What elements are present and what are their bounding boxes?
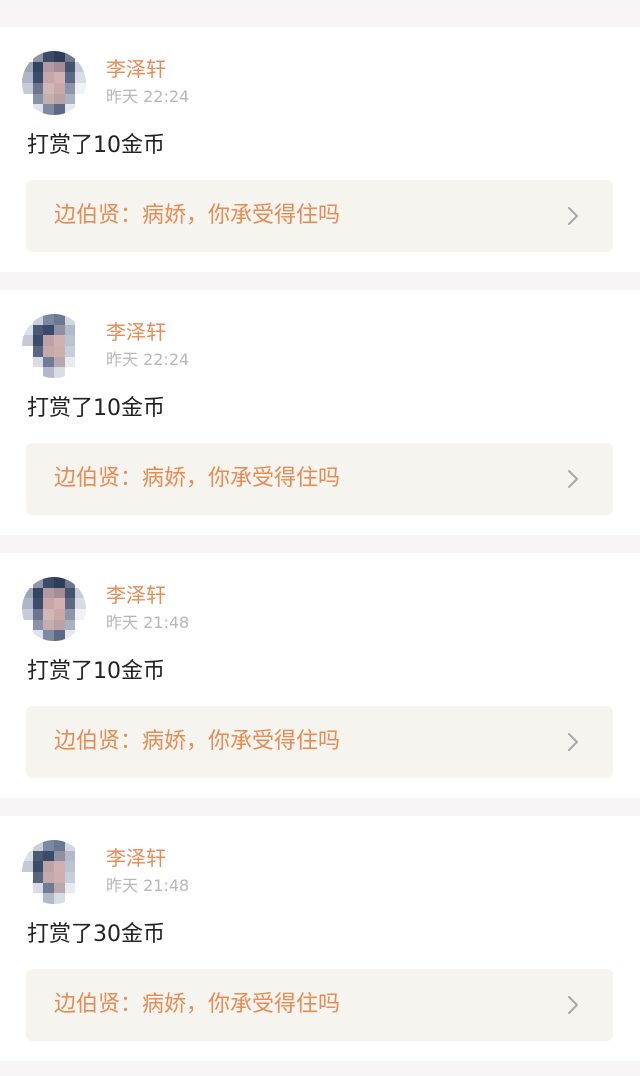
record-card: 李泽轩 昨天 22:24 打赏了10金币 边伯贤：病娇，你承受得住吗 [0,27,640,272]
record-card: 李泽轩 昨天 21:48 打赏了10金币 边伯贤：病娇，你承受得住吗 [0,553,640,798]
reward-message: 打赏了30金币 [27,922,165,947]
gift-record-feed: 李泽轩 昨天 22:24 打赏了10金币 边伯贤：病娇，你承受得住吗 李泽轩 昨… [0,0,640,1076]
username[interactable]: 李泽轩 [106,846,166,870]
book-link[interactable]: 边伯贤：病娇，你承受得住吗 [26,969,613,1041]
reward-message: 打赏了10金币 [27,133,165,158]
reward-message: 打赏了10金币 [27,659,165,684]
book-link-title: 边伯贤：病娇，你承受得住吗 [54,729,341,754]
avatar[interactable] [22,577,86,641]
timestamp: 昨天 21:48 [106,876,190,895]
avatar[interactable] [22,840,86,904]
book-link[interactable]: 边伯贤：病娇，你承受得住吗 [26,180,613,252]
record-card: 李泽轩 昨天 21:48 打赏了30金币 边伯贤：病娇，你承受得住吗 [0,816,640,1061]
username[interactable]: 李泽轩 [106,583,166,607]
book-link-title: 边伯贤：病娇，你承受得住吗 [54,992,341,1017]
reward-message: 打赏了10金币 [27,396,165,421]
chevron-right-icon [568,207,578,225]
timestamp: 昨天 22:24 [106,350,190,369]
book-link-title: 边伯贤：病娇，你承受得住吗 [54,466,341,491]
book-link[interactable]: 边伯贤：病娇，你承受得住吗 [26,706,613,778]
avatar[interactable] [22,51,86,115]
book-link[interactable]: 边伯贤：病娇，你承受得住吗 [26,443,613,515]
book-link-title: 边伯贤：病娇，你承受得住吗 [54,203,341,228]
chevron-right-icon [568,996,578,1014]
username[interactable]: 李泽轩 [106,57,166,81]
chevron-right-icon [568,733,578,751]
timestamp: 昨天 21:48 [106,613,190,632]
avatar[interactable] [22,314,86,378]
username[interactable]: 李泽轩 [106,320,166,344]
record-card: 李泽轩 昨天 22:24 打赏了10金币 边伯贤：病娇，你承受得住吗 [0,290,640,535]
timestamp: 昨天 22:24 [106,87,190,106]
chevron-right-icon [568,470,578,488]
